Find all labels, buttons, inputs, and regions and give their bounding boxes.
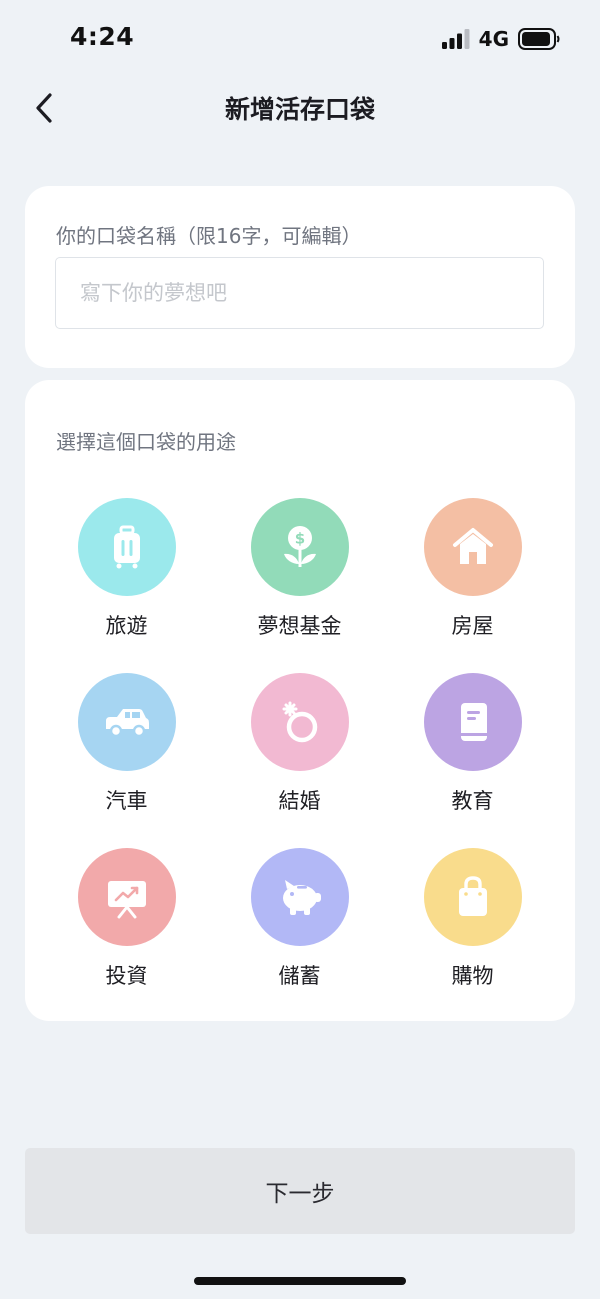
purpose-item-label: 房屋: [451, 614, 494, 638]
chart-board-icon: [107, 881, 146, 919]
purpose-grid: 旅遊 $ 夢想基金 房屋 汽車 結婚 教育 投資 儲蓄 購物: [40, 498, 560, 1023]
pocket-name-input[interactable]: [55, 257, 544, 329]
shopping-bag-icon: [458, 876, 487, 916]
purpose-circle: [250, 848, 349, 946]
purpose-item-shopping[interactable]: 購物: [386, 848, 559, 1023]
pocket-name-label: 你的口袋名稱（限16字，可編輯）: [56, 224, 362, 248]
purpose-circle: [423, 848, 522, 946]
battery-icon: [518, 28, 560, 50]
network-label: 4G: [478, 27, 509, 51]
status-bar: 4:24 4G: [0, 0, 600, 80]
purpose-item-label: 儲蓄: [278, 964, 321, 988]
page-title: 新增活存口袋: [224, 95, 375, 124]
house-icon: [452, 528, 493, 564]
book-icon: [460, 703, 487, 741]
purpose-item-house[interactable]: 房屋: [386, 498, 559, 673]
nav-bar: 新增活存口袋: [0, 80, 600, 136]
signal-icon: [441, 29, 470, 49]
purpose-item-investment[interactable]: 投資: [40, 848, 213, 1023]
purpose-circle: [423, 498, 522, 596]
purpose-circle: $: [250, 498, 349, 596]
pocket-name-card: 你的口袋名稱（限16字，可編輯）: [25, 186, 575, 368]
purpose-circle: [423, 673, 522, 771]
purpose-item-label: 結婚: [278, 789, 321, 813]
status-time: 4:24: [70, 22, 135, 51]
purpose-item-label: 購物: [451, 964, 494, 988]
suitcase-icon: [113, 525, 140, 569]
purpose-circle: [77, 498, 176, 596]
purpose-circle: [250, 673, 349, 771]
money-plant-icon: $: [283, 526, 316, 567]
purpose-item-savings[interactable]: 儲蓄: [213, 848, 386, 1023]
screen: 4:24 4G 新增活存口袋 你的口袋名稱（限16字，可編輯） 寫下你的夢想吧 …: [0, 0, 600, 1299]
purpose-circle: [77, 848, 176, 946]
purpose-item-label: 夢想基金: [257, 614, 342, 638]
svg-text:$: $: [294, 530, 304, 548]
status-indicators: 4G: [441, 27, 560, 51]
purpose-circle: [77, 673, 176, 771]
ring-icon: [282, 701, 317, 743]
next-step-button[interactable]: 下一步: [25, 1148, 575, 1234]
home-indicator[interactable]: [194, 1277, 406, 1285]
purpose-item-label: 教育: [451, 789, 494, 813]
car-icon: [105, 709, 149, 738]
purpose-item-education[interactable]: 教育: [386, 673, 559, 848]
piggy-bank-icon: [282, 880, 321, 915]
purpose-item-label: 旅遊: [105, 614, 148, 638]
purpose-item-label: 汽車: [105, 789, 148, 813]
purpose-item-travel[interactable]: 旅遊: [40, 498, 213, 673]
purpose-item-car[interactable]: 汽車: [40, 673, 213, 848]
pocket-purpose-label: 選擇這個口袋的用途: [56, 430, 236, 454]
purpose-item-wedding[interactable]: 結婚: [213, 673, 386, 848]
purpose-item-label: 投資: [105, 964, 148, 988]
purpose-item-dream-fund[interactable]: $ 夢想基金: [213, 498, 386, 673]
pocket-purpose-card: 選擇這個口袋的用途 旅遊 $ 夢想基金 房屋 汽車 結婚 教育 投資 儲蓄 購物: [25, 380, 575, 1021]
